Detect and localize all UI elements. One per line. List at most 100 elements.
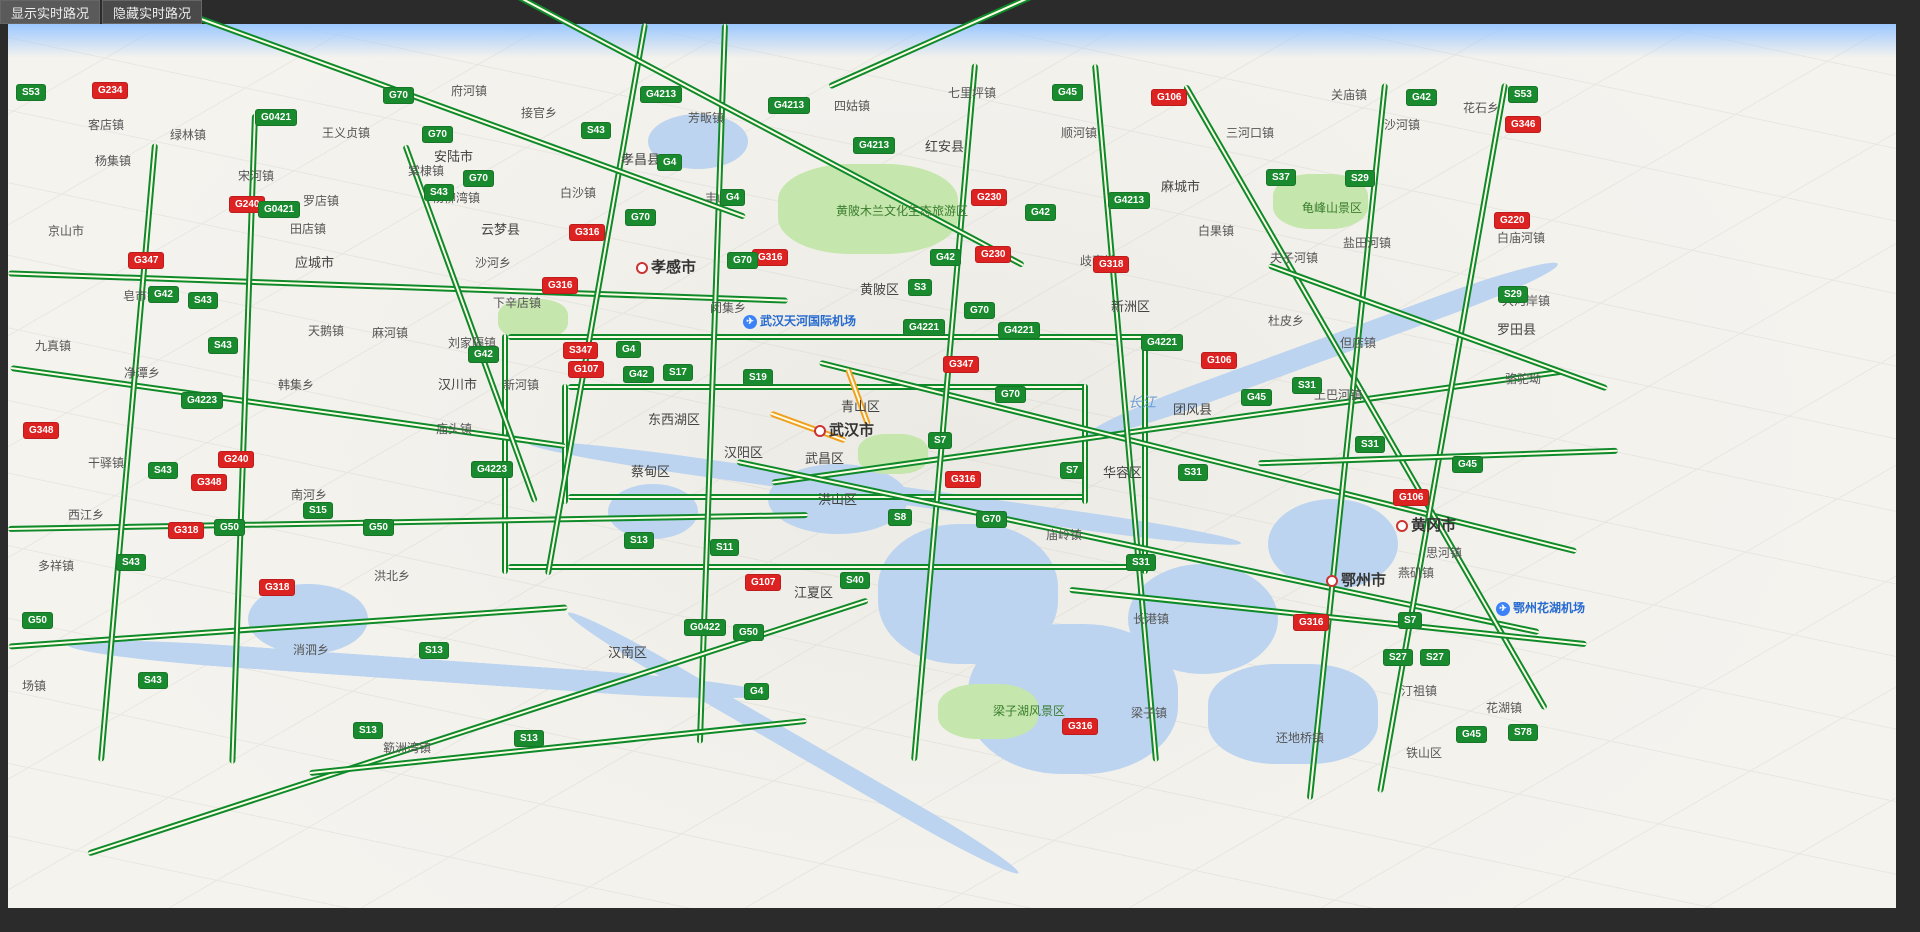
expressway-shield: G4221 (1141, 334, 1183, 351)
expressway-shield: G45 (1452, 456, 1483, 473)
scenic-area-label: 黄陂木兰文化生态旅游区 (836, 202, 968, 219)
town-label: 花石乡 (1463, 99, 1499, 116)
expressway-shield: S29 (1345, 170, 1375, 187)
expressway-shield: G0421 (255, 109, 297, 126)
expressway-shield: G70 (625, 209, 656, 226)
traffic-road-layer (8, 24, 1896, 908)
town-label: 簕洲湾镇 (383, 739, 431, 756)
national-road-shield: G316 (1293, 614, 1329, 631)
national-road-shield: G107 (568, 361, 604, 378)
city-label: 黄冈市 (1396, 514, 1456, 535)
expressway-shield: S31 (1126, 554, 1156, 571)
town-label: 多祥镇 (38, 557, 74, 574)
district-label: 应城市 (295, 252, 334, 271)
town-label: 净潭乡 (124, 364, 160, 381)
town-label: 白沙镇 (560, 184, 596, 201)
map-toolbar: 显示实时路况 隐藏实时路况 (0, 0, 204, 24)
district-label: 云梦县 (481, 219, 520, 238)
town-label: 消泗乡 (293, 641, 329, 658)
town-label: 长港镇 (1133, 610, 1169, 627)
town-label: 梁子镇 (1131, 704, 1167, 721)
expressway-shield: S27 (1383, 649, 1413, 666)
district-label: 团风县 (1173, 399, 1212, 418)
expressway-shield: S31 (1178, 464, 1208, 481)
expressway-shield: G42 (930, 249, 961, 266)
national-road-shield: G318 (1093, 256, 1129, 273)
town-label: 三河口镇 (1226, 124, 1274, 141)
city-label: 孝感市 (636, 256, 696, 277)
town-label: 宋河镇 (238, 167, 274, 184)
airport-label: ✈鄂州花湖机场 (1496, 599, 1585, 616)
map-canvas[interactable]: 长江 武汉市孝感市鄂州市黄冈市汉川市应城市安陆市红安县麻城市罗田县团风县华容区黄… (0, 24, 1920, 932)
national-road-shield: G348 (23, 422, 59, 439)
town-label: 铁山区 (1406, 744, 1442, 761)
expressway-shield: S8 (888, 509, 912, 526)
district-label: 东西湖区 (648, 409, 700, 428)
town-label: 韩集乡 (278, 376, 314, 393)
national-road-shield: G316 (1062, 718, 1098, 735)
expressway-shield: S43 (424, 184, 454, 201)
expressway-shield: G4221 (903, 319, 945, 336)
town-label: 绿林镇 (170, 126, 206, 143)
expressway-shield: G4223 (181, 392, 223, 409)
district-label: 汉南区 (608, 642, 647, 661)
town-label: 杨集镇 (95, 152, 131, 169)
town-label: 新河镇 (503, 376, 539, 393)
expressway-shield: G45 (1052, 84, 1083, 101)
district-label: 新洲区 (1111, 296, 1150, 315)
district-label: 汉川市 (438, 374, 477, 393)
expressway-shield: G70 (422, 126, 453, 143)
expressway-shield: G0422 (684, 619, 726, 636)
expressway-shield: S78 (1508, 724, 1538, 741)
national-road-shield: G106 (1393, 489, 1429, 506)
show-traffic-button[interactable]: 显示实时路况 (0, 0, 100, 24)
national-road-shield: G346 (1505, 116, 1541, 133)
district-label: 红安县 (925, 136, 964, 155)
town-label: 麻河镇 (372, 324, 408, 341)
expressway-shield: G70 (964, 302, 995, 319)
expressway-shield: G4213 (1108, 192, 1150, 209)
scenic-area-label: 龟峰山景区 (1302, 199, 1362, 216)
expressway-shield: S31 (1292, 377, 1322, 394)
expressway-shield: G42 (623, 366, 654, 383)
national-road-shield: G106 (1151, 89, 1187, 106)
expressway-shield: G42 (1406, 89, 1437, 106)
expressway-shield: S43 (138, 672, 168, 689)
national-road-shield: G347 (128, 252, 164, 269)
expressway-shield: G50 (733, 624, 764, 641)
town-label: 顺河镇 (1061, 124, 1097, 141)
city-label: 鄂州市 (1326, 569, 1386, 590)
town-label: 闵集乡 (710, 299, 746, 316)
town-label: 下辛店镇 (493, 294, 541, 311)
expressway-shield: G4 (616, 341, 641, 358)
national-road-shield: G230 (975, 246, 1011, 263)
expressway-shield: S13 (353, 722, 383, 739)
national-road-shield: G316 (542, 277, 578, 294)
town-label: 田店镇 (290, 220, 326, 237)
town-label: 王义贞镇 (322, 124, 370, 141)
town-label: 洪北乡 (374, 567, 410, 584)
expressway-shield: G70 (463, 170, 494, 187)
national-road-shield: G316 (945, 471, 981, 488)
hide-traffic-button[interactable]: 隐藏实时路况 (102, 0, 202, 24)
district-label: 罗田县 (1497, 319, 1536, 338)
town-label: 天鹅镇 (308, 322, 344, 339)
expressway-shield: G4213 (768, 97, 810, 114)
town-label: 罗店镇 (303, 192, 339, 209)
town-label: 沙河镇 (1384, 116, 1420, 133)
yangtze-river-label: 长江 (1128, 392, 1156, 412)
national-road-shield: G347 (943, 356, 979, 373)
town-label: 汀祖镇 (1401, 682, 1437, 699)
expressway-shield: S19 (743, 369, 773, 386)
town-label: 盐田河镇 (1343, 234, 1391, 251)
expressway-shield: G4213 (640, 86, 682, 103)
expressway-shield: S3 (908, 279, 932, 296)
expressway-shield: G70 (976, 511, 1007, 528)
town-label: 南河乡 (291, 486, 327, 503)
expressway-shield: S7 (1060, 462, 1084, 479)
district-label: 汉阳区 (724, 442, 763, 461)
expressway-shield: S53 (16, 84, 46, 101)
town-label: 杜皮乡 (1268, 312, 1304, 329)
expressway-shield: S31 (1355, 436, 1385, 453)
town-label: 九真镇 (35, 337, 71, 354)
